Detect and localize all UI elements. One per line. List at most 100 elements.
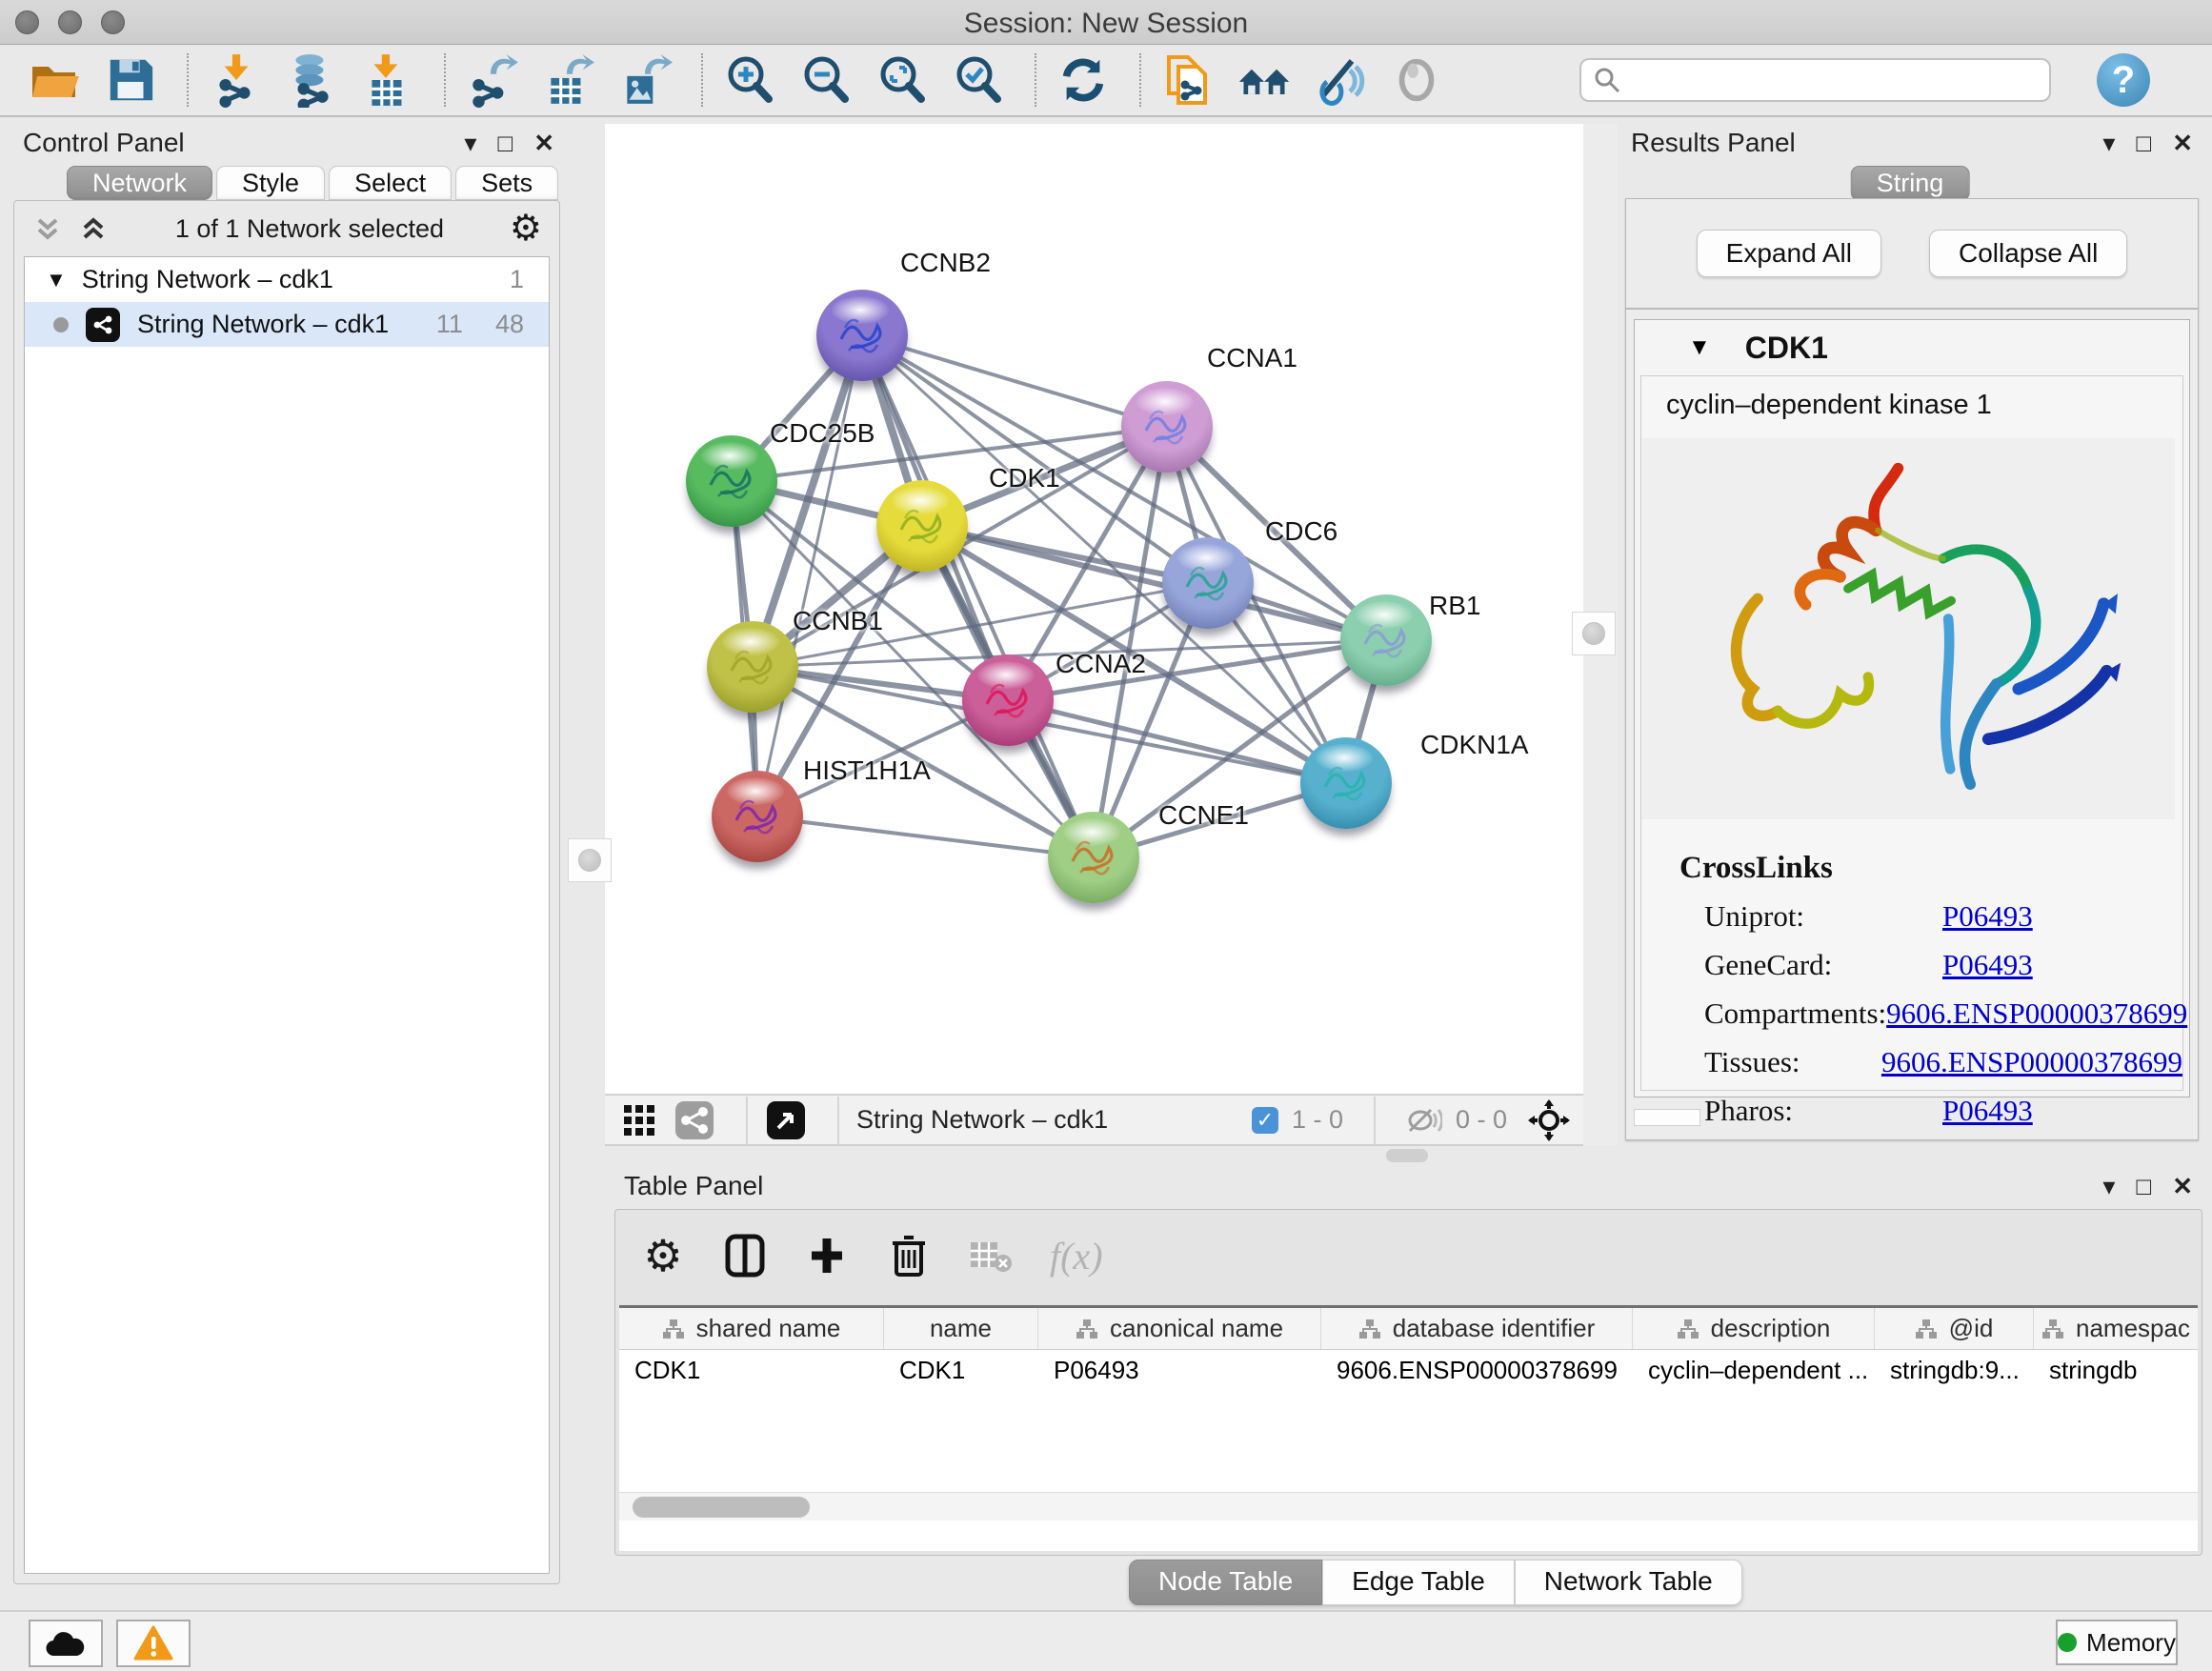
panel-menu-icon[interactable]: ▾ — [2102, 1172, 2115, 1201]
network-node-label: HIST1H1A — [803, 755, 931, 786]
grid-view-button[interactable] — [618, 1099, 660, 1141]
network-node-cdkn1a[interactable] — [1300, 737, 1392, 829]
table-options-gear-icon[interactable]: ⚙ — [640, 1233, 686, 1278]
collapse-all-button[interactable]: Collapse All — [1929, 230, 2127, 277]
network-canvas[interactable]: CCNB2CCNA1CDC25BCDK1CDC6RB1CCNB1CCNA2CDK… — [605, 124, 1583, 1094]
cloud-status-button[interactable] — [29, 1620, 103, 1667]
refresh-button[interactable] — [1056, 52, 1111, 108]
results-horizontal-scrollbar[interactable] — [1634, 1109, 1700, 1126]
right-splitter-handle[interactable] — [1572, 612, 1616, 655]
show-eye-button[interactable] — [1389, 52, 1444, 108]
import-network-from-database-button[interactable] — [284, 52, 339, 108]
crosshair-icon[interactable] — [1528, 1099, 1570, 1141]
tab-edge-table[interactable]: Edge Table — [1322, 1560, 1515, 1605]
import-table-from-file-button[interactable] — [360, 52, 415, 108]
zoom-out-icon — [799, 53, 853, 107]
export-network-button[interactable] — [465, 52, 520, 108]
network-node-ccnb1[interactable] — [707, 621, 798, 713]
save-session-button[interactable] — [103, 52, 158, 108]
network-node-cdk1[interactable] — [876, 480, 968, 572]
home-button[interactable] — [1237, 52, 1292, 108]
column-header-shared-name[interactable]: shared name — [619, 1308, 884, 1349]
tab-node-table[interactable]: Node Table — [1129, 1560, 1322, 1605]
panel-close-icon[interactable]: ✕ — [533, 129, 554, 158]
protein-thumbnail — [712, 771, 803, 862]
table-row[interactable]: CDK1 CDK1 P06493 9606.ENSP00000378699 cy… — [619, 1350, 2198, 1392]
tab-string[interactable]: String — [1851, 166, 1970, 201]
network-node-ccna1[interactable] — [1121, 381, 1213, 473]
network-from-file-button[interactable] — [1160, 52, 1216, 108]
help-button[interactable]: ? — [2097, 53, 2150, 107]
crosslink-link[interactable]: 9606.ENSP00000378699 — [1886, 997, 2187, 1031]
tab-network[interactable]: Network — [67, 166, 212, 200]
tab-select[interactable]: Select — [329, 166, 452, 200]
left-splitter-handle[interactable] — [568, 838, 612, 882]
network-node-ccna2[interactable] — [962, 654, 1054, 746]
network-node-hist1h1a[interactable] — [712, 771, 803, 862]
export-table-button[interactable] — [541, 52, 596, 108]
search-input[interactable] — [1631, 66, 2038, 95]
tab-network-table[interactable]: Network Table — [1515, 1560, 1742, 1605]
sitemap-icon — [1915, 1318, 1938, 1340]
network-node-cdc25b[interactable] — [686, 435, 777, 527]
open-folder-icon — [28, 53, 81, 107]
expand-all-button[interactable]: Expand All — [1697, 230, 1881, 277]
hide-glasses-button[interactable] — [1313, 52, 1368, 108]
crosslink-link[interactable]: P06493 — [1942, 1094, 2033, 1128]
column-header-id[interactable]: @id — [1875, 1308, 2034, 1349]
memory-label: Memory — [2086, 1628, 2176, 1658]
crosslink-link[interactable]: P06493 — [1942, 948, 2033, 982]
crosslink-link[interactable]: 9606.ENSP00000378699 — [1881, 1045, 2182, 1079]
gene-section-header[interactable]: ▼ CDK1 — [1635, 320, 2189, 375]
expand-all-chevrons-icon[interactable] — [31, 212, 64, 245]
zoom-in-button[interactable] — [722, 52, 777, 108]
birds-eye-view-button[interactable] — [765, 1099, 807, 1141]
column-header-name[interactable]: name — [884, 1308, 1038, 1349]
network-node-cdc6[interactable] — [1162, 537, 1254, 629]
network-badge-button[interactable] — [674, 1099, 715, 1141]
selected-checkbox[interactable]: ✓ — [1252, 1107, 1278, 1134]
crosslink-label: Compartments: — [1704, 997, 1886, 1031]
import-network-icon — [208, 52, 263, 108]
tab-sets[interactable]: Sets — [455, 166, 558, 200]
show-columns-button[interactable] — [722, 1233, 768, 1278]
zoom-fit-button[interactable] — [875, 52, 930, 108]
export-image-button[interactable] — [617, 52, 673, 108]
toolbar-separator — [1139, 53, 1141, 107]
crosslink-link[interactable]: P06493 — [1942, 899, 2033, 934]
create-column-button[interactable] — [804, 1233, 850, 1278]
network-collection-row[interactable]: ▼ String Network – cdk1 1 — [25, 257, 549, 302]
column-header-namespace[interactable]: namespac — [2034, 1308, 2198, 1349]
panel-menu-icon[interactable]: ▾ — [2102, 129, 2115, 158]
network-options-gear-icon[interactable]: ⚙ — [510, 211, 542, 247]
network-node-ccne1[interactable] — [1048, 812, 1139, 903]
results-panel-header: Results Panel ▾ □ ✕ — [1631, 124, 2193, 162]
bottom-splitter-handle[interactable] — [1386, 1149, 1428, 1162]
column-header-description[interactable]: description — [1633, 1308, 1875, 1349]
panel-close-icon[interactable]: ✕ — [2172, 1172, 2193, 1201]
network-row-selected[interactable]: String Network – cdk1 11 48 — [25, 302, 549, 347]
collapse-all-chevrons-icon[interactable] — [77, 212, 110, 245]
column-header-canonical-name[interactable]: canonical name — [1038, 1308, 1321, 1349]
panel-close-icon[interactable]: ✕ — [2172, 129, 2193, 158]
open-session-button[interactable] — [27, 52, 82, 108]
toolbar-separator — [1035, 53, 1036, 107]
tab-style[interactable]: Style — [216, 166, 325, 200]
panel-menu-icon[interactable]: ▾ — [464, 129, 476, 158]
zoom-out-button[interactable] — [798, 52, 854, 108]
column-header-database-identifier[interactable]: database identifier — [1321, 1308, 1633, 1349]
panel-float-icon[interactable]: □ — [2136, 129, 2151, 158]
delete-column-button[interactable] — [886, 1233, 932, 1278]
scrollbar-thumb[interactable] — [633, 1497, 810, 1518]
gene-collapse-icon[interactable]: ▼ — [1688, 334, 1711, 361]
zoom-selected-button[interactable] — [951, 52, 1006, 108]
panel-float-icon[interactable]: □ — [497, 129, 513, 158]
network-node-ccnb2[interactable] — [816, 290, 908, 381]
memory-button[interactable]: Memory — [2056, 1620, 2178, 1665]
import-network-from-file-button[interactable] — [208, 52, 263, 108]
panel-float-icon[interactable]: □ — [2136, 1172, 2151, 1201]
table-horizontal-scrollbar[interactable] — [619, 1492, 2198, 1520]
warnings-button[interactable] — [116, 1620, 191, 1667]
collection-expand-icon[interactable]: ▼ — [46, 268, 67, 292]
network-node-rb1[interactable] — [1340, 594, 1432, 686]
